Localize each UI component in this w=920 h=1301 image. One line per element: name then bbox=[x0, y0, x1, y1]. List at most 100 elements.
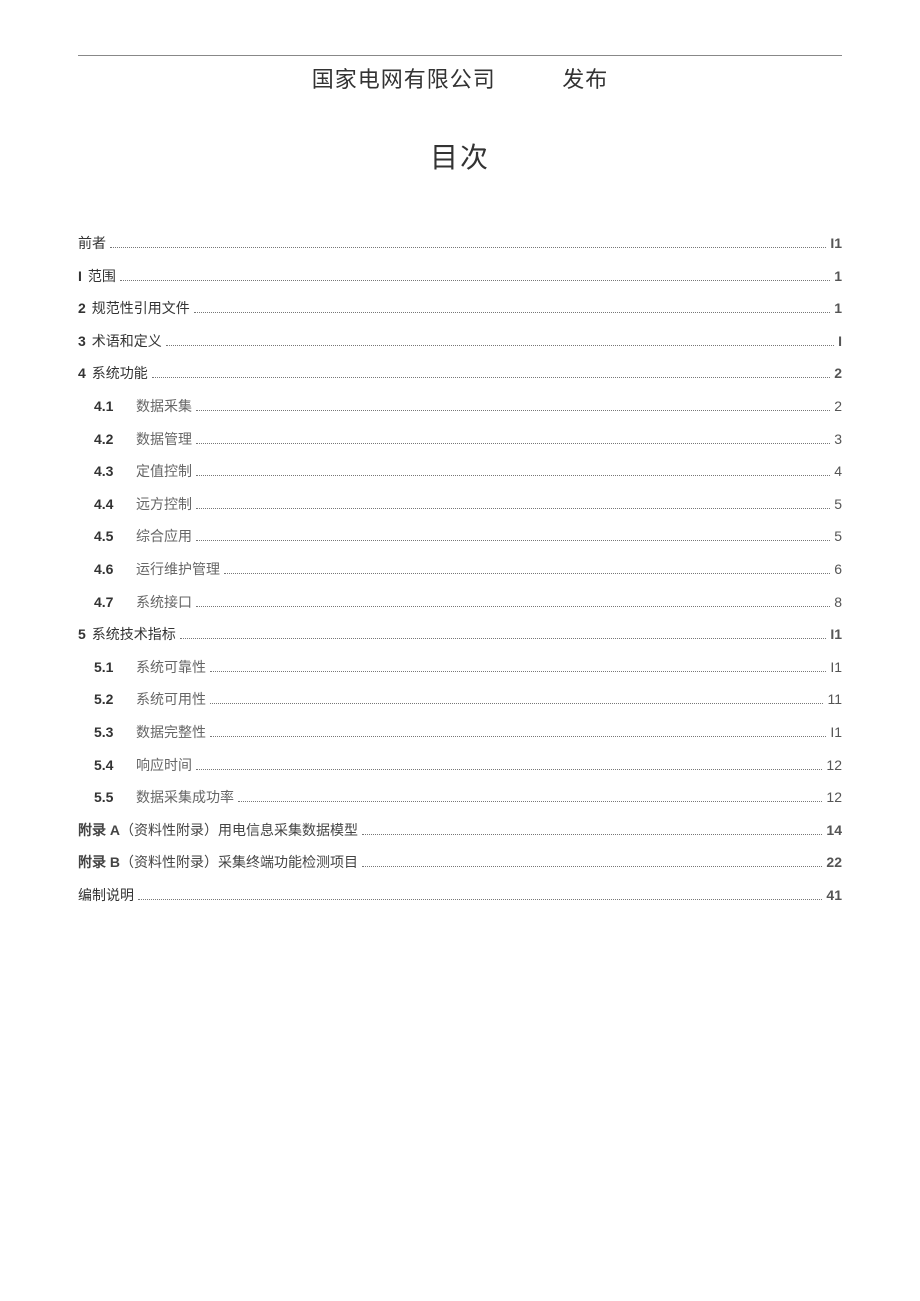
toc-page-number: 6 bbox=[834, 560, 842, 580]
toc-page-number: I1 bbox=[830, 658, 842, 678]
toc-label: 运行维护管理 bbox=[136, 561, 220, 581]
toc-label: （资料性附录）用电信息采集数据模型 bbox=[120, 824, 358, 839]
toc-page-number: 1 bbox=[834, 299, 842, 319]
toc-label: 数据釆集 bbox=[136, 398, 192, 418]
toc-page-number: 22 bbox=[826, 853, 842, 873]
toc-label: 远方控制 bbox=[136, 496, 192, 516]
toc-page-number: 8 bbox=[834, 593, 842, 613]
toc-row: 5 系统技术指标 I1 bbox=[78, 625, 842, 646]
toc-row: 4.1 数据釆集 2 bbox=[78, 397, 842, 418]
toc-label: 系统接口 bbox=[136, 594, 192, 614]
toc-row: 5.1 系统可靠性 I1 bbox=[78, 658, 842, 679]
toc-row: 4系统功能2 bbox=[78, 364, 842, 385]
toc-row: 5.3 数据完整性 I1 bbox=[78, 723, 842, 744]
toc-row: 2 规范性引用文件 1 bbox=[78, 299, 842, 320]
toc-number: 4.6 bbox=[94, 560, 130, 580]
toc-appendix-label: 附录 A（资料性附录）用电信息采集数据模型 bbox=[78, 821, 358, 842]
toc-number: 4.2 bbox=[94, 430, 130, 450]
toc-row: 4.7 系统接口 8 bbox=[78, 593, 842, 614]
toc-leader-dots bbox=[362, 834, 822, 835]
toc-leader-dots bbox=[194, 312, 830, 313]
toc-label: 术语和定义 bbox=[92, 333, 162, 353]
header-company: 国家电网有限公司 bbox=[312, 62, 496, 94]
toc-label: 定值控制 bbox=[136, 463, 192, 483]
toc-number: 4 bbox=[78, 364, 86, 384]
toc-appendix-prefix: 附录 A bbox=[78, 822, 120, 838]
toc-leader-dots bbox=[138, 899, 822, 900]
toc-label: 数据管理 bbox=[136, 431, 192, 451]
toc-page-number: I1 bbox=[830, 625, 842, 645]
toc-label: 规范性引用文件 bbox=[92, 300, 190, 320]
toc-number: 5.2 bbox=[94, 690, 130, 710]
toc-label: 系统功能 bbox=[92, 365, 148, 385]
toc-number: 5.1 bbox=[94, 658, 130, 678]
toc-number: 5.4 bbox=[94, 756, 130, 776]
toc-leader-dots bbox=[196, 540, 830, 541]
toc-page-number: I bbox=[838, 332, 842, 352]
toc-number: 5.5 bbox=[94, 788, 130, 808]
toc-leader-dots bbox=[238, 801, 822, 802]
toc-label: （资料性附录）采集终端功能检测项目 bbox=[120, 856, 358, 871]
toc-label: 数据采集成功率 bbox=[136, 789, 234, 809]
toc-number: 4.1 bbox=[94, 397, 130, 417]
toc-page-number: 14 bbox=[826, 821, 842, 841]
toc-leader-dots bbox=[196, 410, 830, 411]
toc-leader-dots bbox=[196, 475, 830, 476]
toc-page-number: 1 bbox=[834, 267, 842, 287]
toc-leader-dots bbox=[152, 377, 830, 378]
toc-leader-dots bbox=[362, 866, 822, 867]
toc-label: 系统可靠性 bbox=[136, 659, 206, 679]
toc-row: 4.4 远方控制 5 bbox=[78, 495, 842, 516]
toc-leader-dots bbox=[210, 671, 826, 672]
header-rule bbox=[78, 55, 842, 56]
toc-page-number: 41 bbox=[826, 886, 842, 906]
toc-row: 5.2 系统可用性 11 bbox=[78, 690, 842, 711]
toc-page-number: 5 bbox=[834, 495, 842, 515]
toc-number: 5.3 bbox=[94, 723, 130, 743]
toc-leader-dots bbox=[120, 280, 830, 281]
toc-number: I bbox=[78, 267, 82, 287]
toc-page-number: I1 bbox=[830, 723, 842, 743]
toc-row: 4.2 数据管理 3 bbox=[78, 430, 842, 451]
toc-leader-dots bbox=[210, 703, 823, 704]
toc-page-number: I1 bbox=[830, 234, 842, 254]
header-line: 国家电网有限公司 发布 bbox=[78, 62, 842, 94]
toc-label: 综合应用 bbox=[136, 528, 192, 548]
toc-leader-dots bbox=[196, 769, 822, 770]
toc-row: 前者 I1 bbox=[78, 234, 842, 255]
toc-page-number: 11 bbox=[827, 690, 842, 710]
toc-page-number: 2 bbox=[834, 397, 842, 417]
toc-number: 5 bbox=[78, 625, 86, 645]
toc-title: 目次 bbox=[78, 136, 842, 176]
toc-leader-dots bbox=[196, 606, 830, 607]
toc-number: 4.5 bbox=[94, 527, 130, 547]
toc-row: 3术语和定义I bbox=[78, 332, 842, 353]
toc-page-number: 12 bbox=[826, 788, 842, 808]
toc-row: 5.5 数据采集成功率 12 bbox=[78, 788, 842, 809]
toc-label: 范围 bbox=[88, 268, 116, 288]
toc-appendix-label: 附录 B（资料性附录）采集终端功能检测项目 bbox=[78, 853, 358, 874]
toc-leader-dots bbox=[110, 247, 826, 248]
toc-number: 4.3 bbox=[94, 462, 130, 482]
toc-row: 5.4响应时间12 bbox=[78, 756, 842, 777]
toc-number: 4.7 bbox=[94, 593, 130, 613]
toc-appendix-prefix: 附录 B bbox=[78, 854, 120, 870]
toc-row: 4.5综合应用5 bbox=[78, 527, 842, 548]
toc-leader-dots bbox=[210, 736, 826, 737]
toc-list: 前者I1I范围12规范性引用文件13术语和定义I4系统功能24.1数据釆集24.… bbox=[78, 234, 842, 906]
toc-leader-dots bbox=[166, 345, 834, 346]
toc-leader-dots bbox=[224, 573, 830, 574]
toc-label: 数据完整性 bbox=[136, 724, 206, 744]
toc-label: 系统技术指标 bbox=[92, 626, 176, 646]
toc-label: 系统可用性 bbox=[136, 691, 206, 711]
toc-page-number: 3 bbox=[834, 430, 842, 450]
toc-number: 4.4 bbox=[94, 495, 130, 515]
toc-leader-dots bbox=[196, 508, 830, 509]
toc-row: 附录 A（资料性附录）用电信息采集数据模型 14 bbox=[78, 821, 842, 842]
toc-label: 前者 bbox=[78, 235, 106, 255]
toc-leader-dots bbox=[196, 443, 830, 444]
toc-number: 2 bbox=[78, 299, 86, 319]
header-publish: 发布 bbox=[562, 62, 608, 94]
toc-label: 响应时间 bbox=[136, 757, 192, 777]
toc-leader-dots bbox=[180, 638, 827, 639]
